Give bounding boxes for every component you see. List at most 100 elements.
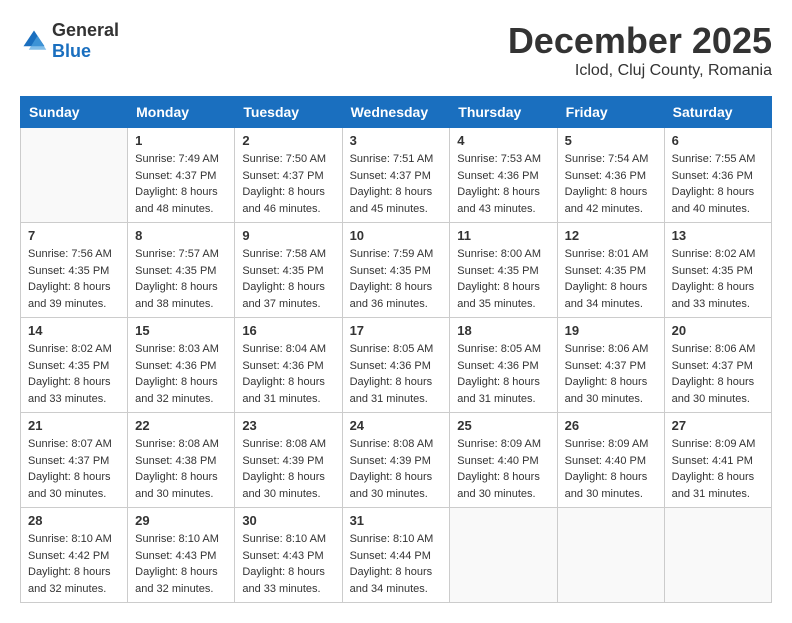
day-info: Sunrise: 8:10 AMSunset: 4:43 PMDaylight:…	[135, 531, 227, 597]
logo: General Blue	[20, 20, 119, 62]
calendar-day-cell: 10 Sunrise: 7:59 AMSunset: 4:35 PMDayligh…	[342, 223, 450, 318]
calendar-day-cell: 1Sunrise: 7:49 AMSunset: 4:37 PMDaylight…	[128, 128, 235, 223]
day-number: 9	[242, 228, 334, 243]
logo-text-blue: Blue	[52, 41, 91, 61]
day-number: 25	[457, 418, 549, 433]
day-info: Sunrise: 8:08 AMSunset: 4:38 PMDaylight:…	[135, 436, 227, 502]
day-number: 16	[242, 323, 334, 338]
calendar-table: SundayMondayTuesdayWednesdayThursdayFrid…	[20, 96, 772, 603]
day-info: Sunrise: 8:10 AMSunset: 4:43 PMDaylight:…	[242, 531, 334, 597]
day-info: Sunrise: 7:55 AMSunset: 4:36 PMDaylight:…	[672, 151, 764, 217]
day-number: 30	[242, 513, 334, 528]
day-number: 26	[565, 418, 657, 433]
day-number: 20	[672, 323, 764, 338]
day-info: Sunrise: 8:01 AMSunset: 4:35 PMDaylight:…	[565, 246, 657, 312]
day-number: 6	[672, 133, 764, 148]
day-number: 29	[135, 513, 227, 528]
calendar-day-cell: 21 Sunrise: 8:07 AMSunset: 4:37 PMDayligh…	[21, 413, 128, 508]
calendar-day-cell: 28Sunrise: 8:10 AMSunset: 4:42 PMDayligh…	[21, 508, 128, 603]
calendar-day-cell	[21, 128, 128, 223]
day-info: Sunrise: 8:05 AMSunset: 4:36 PMDaylight:…	[350, 341, 443, 407]
day-number: 3	[350, 133, 443, 148]
day-number: 19	[565, 323, 657, 338]
calendar-day-cell: 27Sunrise: 8:09 AMSunset: 4:41 PMDayligh…	[664, 413, 771, 508]
calendar-day-cell: 6 Sunrise: 7:55 AMSunset: 4:36 PMDaylight…	[664, 128, 771, 223]
calendar-week-row: 1Sunrise: 7:49 AMSunset: 4:37 PMDaylight…	[21, 128, 772, 223]
calendar-day-cell: 4Sunrise: 7:53 AMSunset: 4:36 PMDaylight…	[450, 128, 557, 223]
calendar-day-cell: 31 Sunrise: 8:10 AMSunset: 4:44 PMDayligh…	[342, 508, 450, 603]
calendar-day-cell: 25Sunrise: 8:09 AMSunset: 4:40 PMDayligh…	[450, 413, 557, 508]
day-info: Sunrise: 7:58 AMSunset: 4:35 PMDaylight:…	[242, 246, 334, 312]
calendar-day-cell: 7 Sunrise: 7:56 AMSunset: 4:35 PMDaylight…	[21, 223, 128, 318]
day-number: 7	[28, 228, 120, 243]
day-info: Sunrise: 8:10 AMSunset: 4:44 PMDaylight:…	[350, 531, 443, 597]
day-info: Sunrise: 8:09 AMSunset: 4:40 PMDaylight:…	[565, 436, 657, 502]
calendar-day-cell: 24 Sunrise: 8:08 AMSunset: 4:39 PMDayligh…	[342, 413, 450, 508]
day-info: Sunrise: 8:08 AMSunset: 4:39 PMDaylight:…	[350, 436, 443, 502]
day-number: 14	[28, 323, 120, 338]
day-info: Sunrise: 7:57 AMSunset: 4:35 PMDaylight:…	[135, 246, 227, 312]
day-number: 22	[135, 418, 227, 433]
calendar-day-header: Wednesday	[342, 97, 450, 128]
calendar-day-cell	[450, 508, 557, 603]
day-info: Sunrise: 7:56 AMSunset: 4:35 PMDaylight:…	[28, 246, 120, 312]
day-info: Sunrise: 8:09 AMSunset: 4:41 PMDaylight:…	[672, 436, 764, 502]
calendar-day-cell: 29 Sunrise: 8:10 AMSunset: 4:43 PMDayligh…	[128, 508, 235, 603]
day-number: 4	[457, 133, 549, 148]
calendar-day-header: Sunday	[21, 97, 128, 128]
day-number: 2	[242, 133, 334, 148]
day-info: Sunrise: 8:08 AMSunset: 4:39 PMDaylight:…	[242, 436, 334, 502]
day-info: Sunrise: 8:00 AMSunset: 4:35 PMDaylight:…	[457, 246, 549, 312]
calendar-body: 1Sunrise: 7:49 AMSunset: 4:37 PMDaylight…	[21, 128, 772, 603]
day-number: 21	[28, 418, 120, 433]
day-number: 10	[350, 228, 443, 243]
day-number: 18	[457, 323, 549, 338]
day-number: 15	[135, 323, 227, 338]
day-info: Sunrise: 8:02 AMSunset: 4:35 PMDaylight:…	[672, 246, 764, 312]
calendar-week-row: 21 Sunrise: 8:07 AMSunset: 4:37 PMDayligh…	[21, 413, 772, 508]
day-info: Sunrise: 8:03 AMSunset: 4:36 PMDaylight:…	[135, 341, 227, 407]
calendar-day-cell: 16Sunrise: 8:04 AMSunset: 4:36 PMDayligh…	[235, 318, 342, 413]
day-info: Sunrise: 8:07 AMSunset: 4:37 PMDaylight:…	[28, 436, 120, 502]
calendar-day-cell: 19Sunrise: 8:06 AMSunset: 4:37 PMDayligh…	[557, 318, 664, 413]
day-info: Sunrise: 8:05 AMSunset: 4:36 PMDaylight:…	[457, 341, 549, 407]
calendar-day-cell: 20 Sunrise: 8:06 AMSunset: 4:37 PMDayligh…	[664, 318, 771, 413]
day-info: Sunrise: 7:54 AMSunset: 4:36 PMDaylight:…	[565, 151, 657, 217]
day-info: Sunrise: 7:59 AMSunset: 4:35 PMDaylight:…	[350, 246, 443, 312]
calendar-day-cell: 13 Sunrise: 8:02 AMSunset: 4:35 PMDayligh…	[664, 223, 771, 318]
day-number: 13	[672, 228, 764, 243]
calendar-day-cell: 22 Sunrise: 8:08 AMSunset: 4:38 PMDayligh…	[128, 413, 235, 508]
calendar-day-header: Saturday	[664, 97, 771, 128]
day-number: 11	[457, 228, 549, 243]
day-number: 17	[350, 323, 443, 338]
calendar-day-cell: 18 Sunrise: 8:05 AMSunset: 4:36 PMDayligh…	[450, 318, 557, 413]
calendar-day-cell: 5 Sunrise: 7:54 AMSunset: 4:36 PMDaylight…	[557, 128, 664, 223]
calendar-day-cell: 9 Sunrise: 7:58 AMSunset: 4:35 PMDaylight…	[235, 223, 342, 318]
calendar-day-cell: 30 Sunrise: 8:10 AMSunset: 4:43 PMDayligh…	[235, 508, 342, 603]
calendar-day-cell: 2Sunrise: 7:50 AMSunset: 4:37 PMDaylight…	[235, 128, 342, 223]
day-info: Sunrise: 8:02 AMSunset: 4:35 PMDaylight:…	[28, 341, 120, 407]
location-title: Iclod, Cluj County, Romania	[508, 62, 772, 80]
calendar-day-header: Tuesday	[235, 97, 342, 128]
calendar-day-cell: 23 Sunrise: 8:08 AMSunset: 4:39 PMDayligh…	[235, 413, 342, 508]
calendar-day-header: Thursday	[450, 97, 557, 128]
day-number: 31	[350, 513, 443, 528]
day-number: 24	[350, 418, 443, 433]
day-number: 5	[565, 133, 657, 148]
calendar-week-row: 14 Sunrise: 8:02 AMSunset: 4:35 PMDayligh…	[21, 318, 772, 413]
calendar-day-cell: 8 Sunrise: 7:57 AMSunset: 4:35 PMDaylight…	[128, 223, 235, 318]
day-number: 8	[135, 228, 227, 243]
day-info: Sunrise: 8:06 AMSunset: 4:37 PMDaylight:…	[672, 341, 764, 407]
calendar-day-cell	[557, 508, 664, 603]
month-title: December 2025	[508, 20, 772, 62]
day-info: Sunrise: 7:51 AMSunset: 4:37 PMDaylight:…	[350, 151, 443, 217]
logo-icon	[20, 27, 48, 55]
calendar-day-cell: 15 Sunrise: 8:03 AMSunset: 4:36 PMDayligh…	[128, 318, 235, 413]
day-number: 23	[242, 418, 334, 433]
day-number: 28	[28, 513, 120, 528]
day-info: Sunrise: 7:49 AMSunset: 4:37 PMDaylight:…	[135, 151, 227, 217]
title-area: December 2025 Iclod, Cluj County, Romani…	[508, 20, 772, 80]
calendar-day-cell: 14 Sunrise: 8:02 AMSunset: 4:35 PMDayligh…	[21, 318, 128, 413]
calendar-day-header: Monday	[128, 97, 235, 128]
calendar-week-row: 28Sunrise: 8:10 AMSunset: 4:42 PMDayligh…	[21, 508, 772, 603]
